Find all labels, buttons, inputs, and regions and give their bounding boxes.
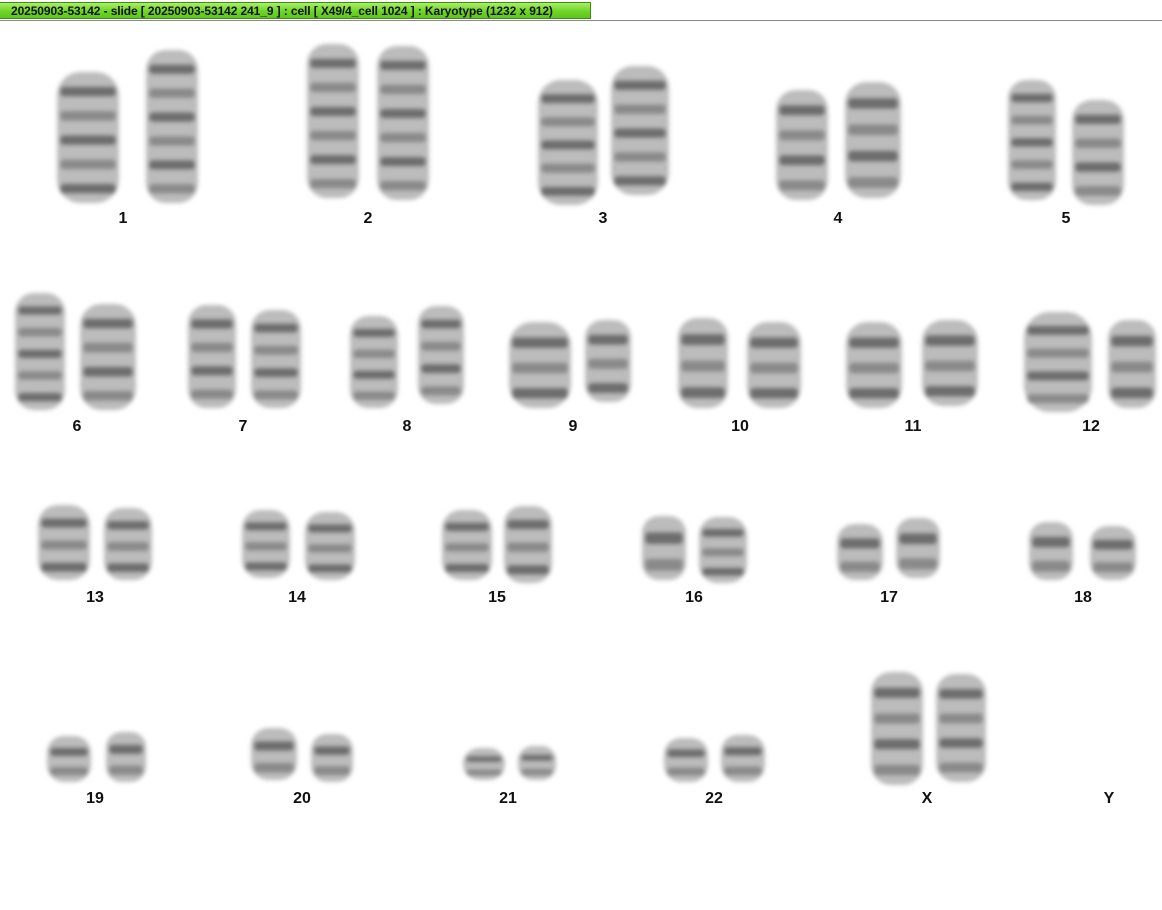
chromosome-label-2: 2 [363,210,373,227]
chromosome-20b [311,734,353,782]
chromosome-label-13: 13 [86,589,104,606]
chromosome-14b [305,512,355,580]
chromosome-16b [699,517,747,583]
chromosome-11b [922,320,978,406]
chromosome-label-8: 8 [402,418,412,435]
chromosome-label-12: 12 [1082,418,1100,435]
chromosome-15a [442,510,492,580]
chromosome-18b [1090,526,1136,580]
chromosome-label-18: 18 [1074,589,1092,606]
chromosome-5b [1072,100,1124,205]
chromosome-label-21: 21 [499,790,517,807]
chromosome-6b [80,304,136,410]
chromosome-label-22: 22 [705,790,723,807]
chromosome-21a [463,748,505,780]
chromosome-xa [871,672,923,785]
chromosome-label-11: 11 [904,418,922,435]
chromosome-label-15: 15 [488,589,506,606]
chromosome-16a [642,516,686,580]
chromosome-label-10: 10 [731,418,749,435]
chromosome-13b [104,508,152,580]
chromosome-label-1: 1 [118,210,128,227]
chromosome-label-6: 6 [72,418,82,435]
chromosome-label-7: 7 [238,418,248,435]
chromosome-2b [377,46,429,200]
chromosome-3a [538,80,598,205]
chromosome-label-y: Y [1103,790,1115,807]
chromosome-label-19: 19 [86,790,104,807]
chromosome-20a [251,728,297,780]
chromosome-8b [418,306,464,404]
chromosome-22a [664,738,708,782]
chromosome-4b [845,82,901,198]
chromosome-12b [1108,320,1156,408]
chromosome-4a [776,90,828,200]
chromosome-label-9: 9 [568,418,578,435]
chromosome-19b [106,732,146,782]
chromosome-xb [936,674,986,782]
chromosome-17a [837,524,883,580]
chromosome-8a [350,316,398,408]
chromosome-18a [1029,522,1073,580]
chromosome-22b [721,735,765,782]
chromosome-label-20: 20 [293,790,311,807]
chromosome-5a [1008,80,1056,200]
chromosome-label-4: 4 [833,210,843,227]
chromosome-7b [251,310,301,408]
chromosome-label-x: X [921,790,933,807]
chromosome-11a [846,322,902,408]
chromosome-17b [896,518,940,578]
chromosome-19a [47,736,91,782]
chromosome-13a [38,505,90,580]
chromosome-label-14: 14 [288,589,306,606]
chromosome-7a [188,305,236,408]
chromosome-2a [307,44,359,198]
chromosome-label-17: 17 [880,589,898,606]
chromosome-14a [242,510,290,578]
chromosome-1a [57,72,119,203]
chromosome-10b [747,322,801,408]
chromosome-label-5: 5 [1061,210,1071,227]
chromosome-9b [585,320,631,402]
chromosome-15b [504,506,552,583]
chromosome-1b [146,50,198,203]
chromosome-12a [1024,312,1092,412]
chromosome-9a [509,322,571,408]
chromosome-6a [15,293,65,410]
chromosome-3b [611,66,669,195]
chromosome-10a [678,318,728,408]
karyotype-panel [15,44,1156,785]
chromosome-label-3: 3 [598,210,608,227]
chromosome-label-16: 16 [685,589,703,606]
chromosome-21b [518,746,556,780]
